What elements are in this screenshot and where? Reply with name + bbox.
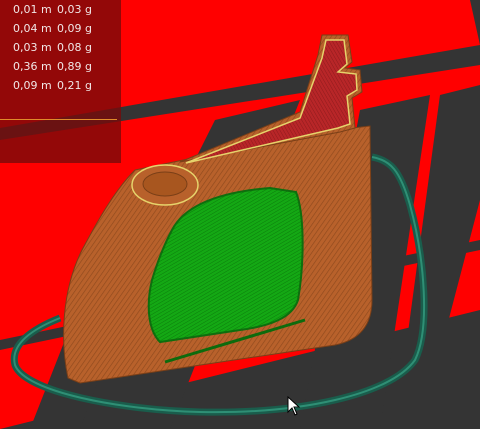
legend-divider — [0, 119, 117, 120]
legend-length: 0,09 m — [13, 79, 52, 92]
legend-row: 0,09 m 0,21 g — [0, 79, 121, 98]
filament-usage-legend: 0,01 m 0,03 g 0,04 m 0,09 g 0,03 m 0,08 … — [0, 0, 121, 163]
legend-row: 0,36 m 0,89 g — [0, 60, 121, 79]
legend-length: 0,03 m — [13, 41, 52, 54]
legend-weight: 0,21 g — [57, 79, 92, 92]
mouse-pointer-icon — [287, 396, 301, 416]
legend-length: 0,36 m — [13, 60, 52, 73]
legend-row: 0,04 m 0,09 g — [0, 22, 121, 41]
legend-weight: 0,89 g — [57, 60, 92, 73]
legend-weight: 0,09 g — [57, 22, 92, 35]
legend-row: 0,01 m 0,03 g — [0, 3, 121, 22]
legend-weight: 0,03 g — [57, 3, 92, 16]
legend-length: 0,04 m — [13, 22, 52, 35]
legend-weight: 0,08 g — [57, 41, 92, 54]
legend-row: 0,03 m 0,08 g — [0, 41, 121, 60]
legend-length: 0,01 m — [13, 3, 52, 16]
gcode-preview-viewport[interactable]: 0,01 m 0,03 g 0,04 m 0,09 g 0,03 m 0,08 … — [0, 0, 480, 429]
